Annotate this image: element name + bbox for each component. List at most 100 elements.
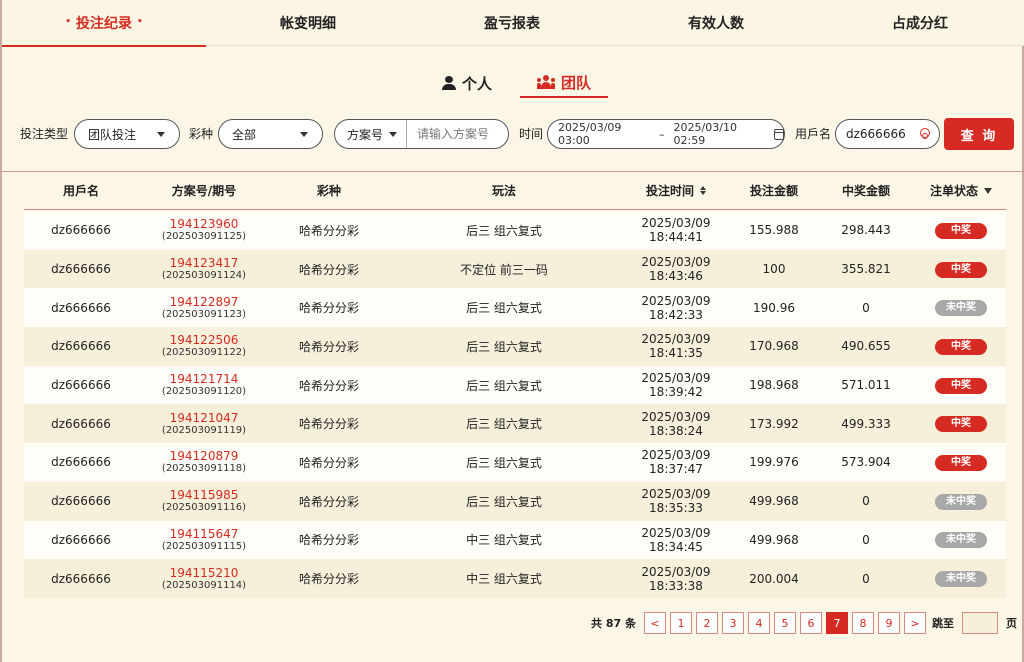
page-button[interactable]: 4 [747, 612, 770, 634]
cell-status: 未中奖 [916, 570, 1006, 588]
status-badge: 中奖 [935, 261, 987, 278]
next-page-button[interactable]: > [903, 612, 926, 634]
status-badge: 中奖 [935, 416, 987, 433]
plan-number-link[interactable]: 194121047 [138, 411, 270, 425]
cell-play: 后三 组六复式 [466, 378, 542, 393]
plan-number-link[interactable]: 194122897 [138, 295, 270, 309]
page-button[interactable]: 3 [721, 612, 744, 634]
cell-lottery: 哈希分分彩 [298, 455, 359, 470]
cell-plan: 194115985 (202503091116) [138, 488, 270, 514]
page-button[interactable]: 9 [877, 612, 900, 634]
cell-bet-time: 2025/03/09 18:35:33 [641, 487, 711, 516]
date-range-picker[interactable]: 2025/03/09 03:00 – 2025/03/10 02:59 [547, 119, 785, 149]
header-label: 投注时间 [645, 184, 694, 198]
lock-icon [919, 128, 930, 140]
page-button[interactable]: 6 [799, 612, 822, 634]
header-status[interactable]: 注单状态 [916, 182, 1006, 199]
cell-username: dz666666 [51, 494, 111, 509]
period-number: (202503091120) [161, 386, 247, 398]
cell-bet-amount: 499.968 [749, 494, 799, 509]
plan-number-link[interactable]: 194121714 [138, 372, 270, 386]
search-button[interactable]: 查 询 [944, 118, 1014, 150]
tab-account-changes[interactable]: 帐变明细 [206, 0, 410, 46]
tab-bet-records[interactable]: • 投注纪录 • [2, 0, 206, 47]
plan-number-input[interactable] [407, 127, 503, 141]
plan-type-value: 方案号 [347, 127, 384, 142]
page-button[interactable]: 2 [695, 612, 718, 634]
page-button-current[interactable]: 7 [825, 612, 848, 634]
plan-number-link[interactable]: 194115647 [138, 527, 270, 541]
cell-win-amount: 355.821 [841, 262, 891, 277]
plan-number-link[interactable]: 194120879 [138, 449, 270, 463]
page-button[interactable]: 8 [851, 612, 874, 634]
header-label: 用戶名 [62, 184, 99, 198]
page-frame: • 投注纪录 • 帐变明细 盈亏报表 有效人数 占成分红 个人 团队 投注类型 … [0, 0, 1024, 662]
plan-type-select[interactable]: 方案号 [335, 120, 407, 148]
bet-type-value: 团队投注 [88, 127, 137, 142]
cell-bet-amount: 198.968 [749, 378, 799, 393]
cell-username: dz666666 [51, 339, 111, 354]
cell-play: 不定位 前三一码 [460, 262, 548, 277]
status-badge: 中奖 [935, 377, 987, 394]
tab-dividends[interactable]: 占成分红 [818, 0, 1022, 46]
top-tab-bar: • 投注纪录 • 帐变明细 盈亏报表 有效人数 占成分红 [2, 0, 1024, 47]
cell-lottery: 哈希分分彩 [298, 494, 359, 509]
header-bet-amount: 投注金额 [732, 182, 816, 199]
total-count: 共 87 条 [591, 617, 636, 630]
status-badge: 未中奖 [935, 493, 987, 510]
status-badge: 未中奖 [935, 571, 987, 588]
table-row: dz666666 194121047 (202503091119) 哈希分分彩 后三 组… [24, 404, 1006, 444]
page-button[interactable]: 1 [669, 612, 692, 634]
cell-username: dz666666 [51, 300, 111, 315]
lottery-select[interactable]: 全部 [218, 119, 323, 149]
prev-page-button[interactable]: < [643, 612, 666, 634]
plan-number-link[interactable]: 194115985 [138, 488, 270, 502]
plan-number-link[interactable]: 194122506 [138, 333, 270, 347]
tab-active-users[interactable]: 有效人数 [614, 0, 818, 46]
cell-bet-time: 2025/03/09 18:34:45 [641, 525, 711, 554]
page-button[interactable]: 5 [773, 612, 796, 634]
sub-tab-team[interactable]: 团队 [520, 68, 609, 98]
cell-lottery: 哈希分分彩 [298, 339, 359, 354]
cell-username: dz666666 [51, 532, 111, 547]
cell-bet-amount: 499.968 [749, 532, 799, 547]
cell-plan: 194115647 (202503091115) [138, 527, 270, 553]
cell-win-amount: 0 [862, 494, 870, 509]
plan-number-link[interactable]: 194115210 [138, 566, 270, 580]
username-input[interactable]: dz666666 [835, 119, 940, 149]
cell-status: 中奖 [916, 454, 1006, 471]
header-win-amount: 中奖金额 [816, 182, 916, 199]
filter-icon[interactable] [984, 187, 992, 194]
header-label: 彩种 [316, 184, 341, 198]
cell-lottery: 哈希分分彩 [298, 301, 359, 316]
jump-page-input[interactable] [961, 612, 998, 634]
header-plan: 方案号/期号 [138, 182, 270, 199]
bet-type-label: 投注类型 [20, 127, 69, 141]
table-row: dz666666 194115210 (202503091114) 哈希分分彩 中三 组… [24, 559, 1006, 598]
plan-number-link[interactable]: 194123417 [138, 256, 270, 270]
cell-bet-time: 2025/03/09 18:42:33 [641, 293, 711, 322]
sort-icon[interactable] [700, 186, 706, 195]
sub-tab-label: 个人 [462, 74, 493, 93]
cell-bet-amount: 199.976 [749, 455, 799, 470]
table-row: dz666666 194122506 (202503091122) 哈希分分彩 后三 组… [24, 327, 1006, 366]
cell-username: dz666666 [51, 455, 111, 470]
cell-bet-amount: 170.968 [749, 339, 799, 354]
period-number: (202503091116) [161, 502, 247, 514]
cell-play: 后三 组六复式 [466, 455, 542, 470]
tab-profit-report[interactable]: 盈亏报表 [410, 0, 614, 46]
cell-lottery: 哈希分分彩 [298, 417, 359, 432]
sub-tab-personal[interactable]: 个人 [432, 68, 502, 98]
header-label: 投注金额 [749, 184, 798, 198]
bet-type-select[interactable]: 团队投注 [74, 119, 180, 149]
lottery-value: 全部 [232, 127, 257, 142]
status-badge: 中奖 [935, 338, 987, 355]
plan-number-link[interactable]: 194123960 [138, 217, 270, 231]
header-bet-time[interactable]: 投注时间 [620, 182, 732, 199]
chevron-down-icon [157, 131, 165, 137]
username-value: dz666666 [846, 127, 906, 141]
period-number: (202503091118) [161, 463, 247, 475]
cell-win-amount: 499.333 [841, 416, 891, 431]
cell-plan: 194123960 (202503091125) [138, 217, 270, 243]
username-label: 用戶名 [795, 127, 832, 141]
